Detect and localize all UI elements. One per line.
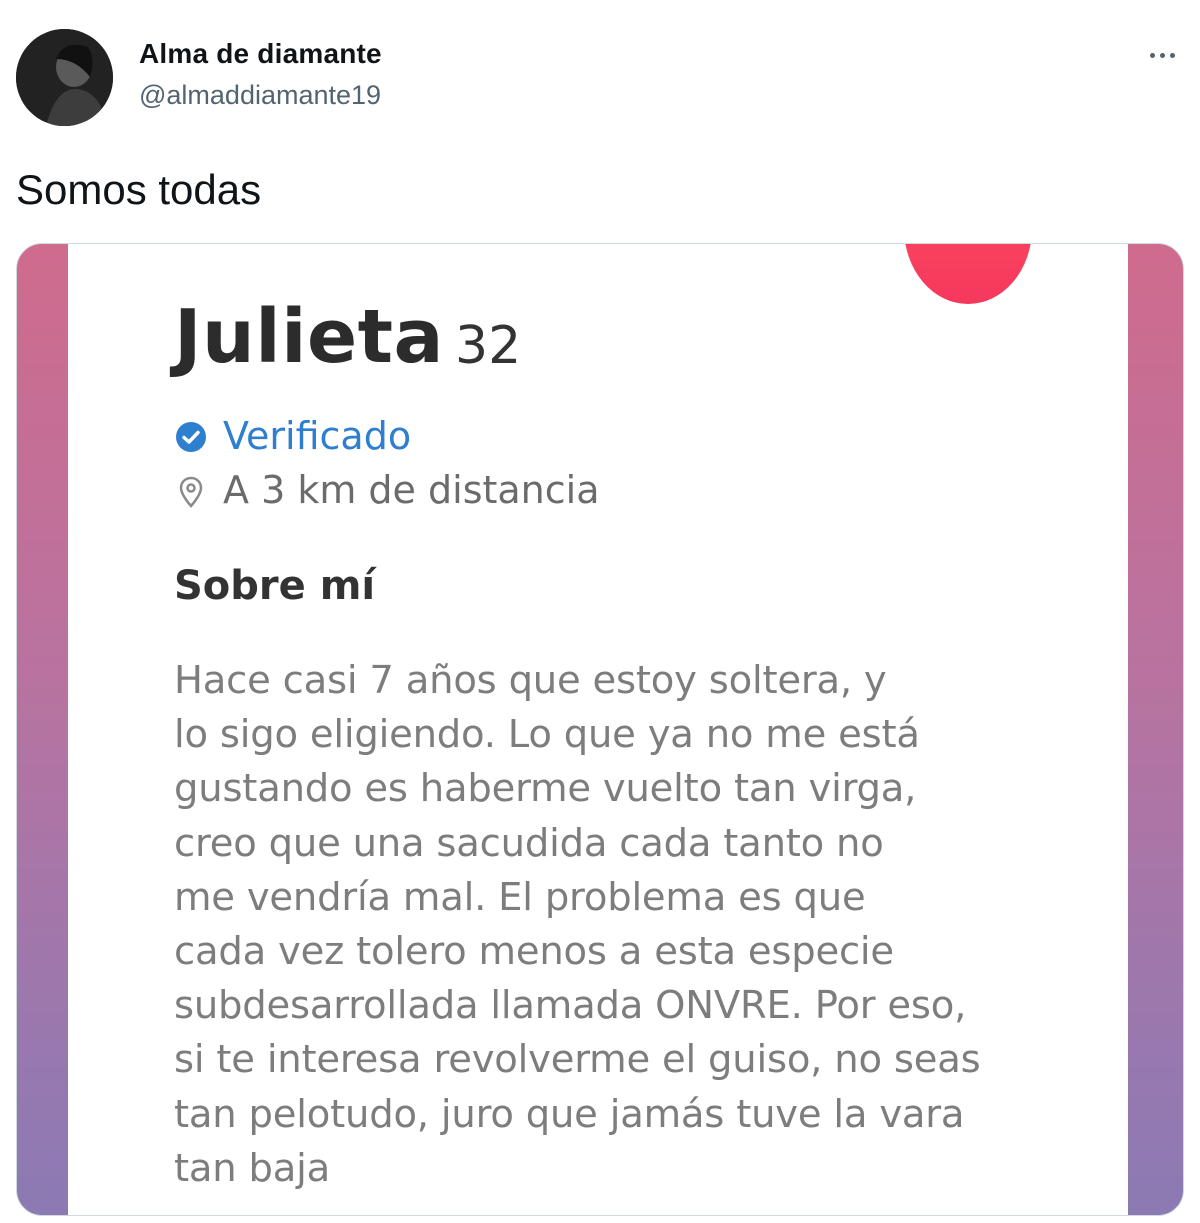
bio-line: cada vez tolero menos a esta especie bbox=[174, 929, 894, 975]
profile-age: 32 bbox=[455, 316, 522, 376]
bio-line: si te interesa revolverme el guiso, no s… bbox=[174, 1037, 981, 1083]
distance-text: A 3 km de distancia bbox=[223, 468, 600, 512]
bio-line: Hace casi 7 años que estoy soltera, y bbox=[174, 658, 887, 703]
bio-line: me vendría mal. El problema es que bbox=[174, 874, 866, 920]
location-pin-icon bbox=[179, 476, 203, 508]
bio-line: subdesarrollada llamada ONVRE. Por eso, bbox=[174, 983, 967, 1029]
tweet-text: Somos todas bbox=[16, 166, 262, 213]
bio-line: lo sigo eligiendo. Lo que ya no me está bbox=[174, 712, 920, 758]
bio-line: gustando es haberme vuelto tan virga, bbox=[174, 766, 917, 812]
tweet-media-image[interactable]: Julieta 32 Verificado A 3 km de distanci… bbox=[16, 243, 1184, 1216]
verified-label: Verificado bbox=[223, 414, 412, 458]
profile-name: Julieta bbox=[174, 294, 444, 380]
profile-card: Julieta 32 Verificado A 3 km de distanci… bbox=[68, 244, 1128, 1215]
bio-line: tan baja bbox=[174, 1145, 331, 1191]
avatar[interactable] bbox=[16, 29, 113, 126]
more-options-icon[interactable] bbox=[1140, 40, 1184, 70]
bio-text: Hace casi 7 años que estoy soltera, y lo… bbox=[174, 654, 1104, 1196]
bio-line: tan pelotudo, juro que jamás tuve la var… bbox=[174, 1091, 965, 1137]
user-handle[interactable]: @almaddiamante19 bbox=[139, 80, 381, 111]
about-section-title: Sobre mí bbox=[174, 563, 376, 609]
display-name[interactable]: Alma de diamante bbox=[139, 38, 382, 70]
like-badge-icon bbox=[904, 244, 1032, 304]
bio-line: creo que una sacudida cada tanto no bbox=[174, 820, 884, 866]
verified-check-icon bbox=[176, 422, 206, 452]
